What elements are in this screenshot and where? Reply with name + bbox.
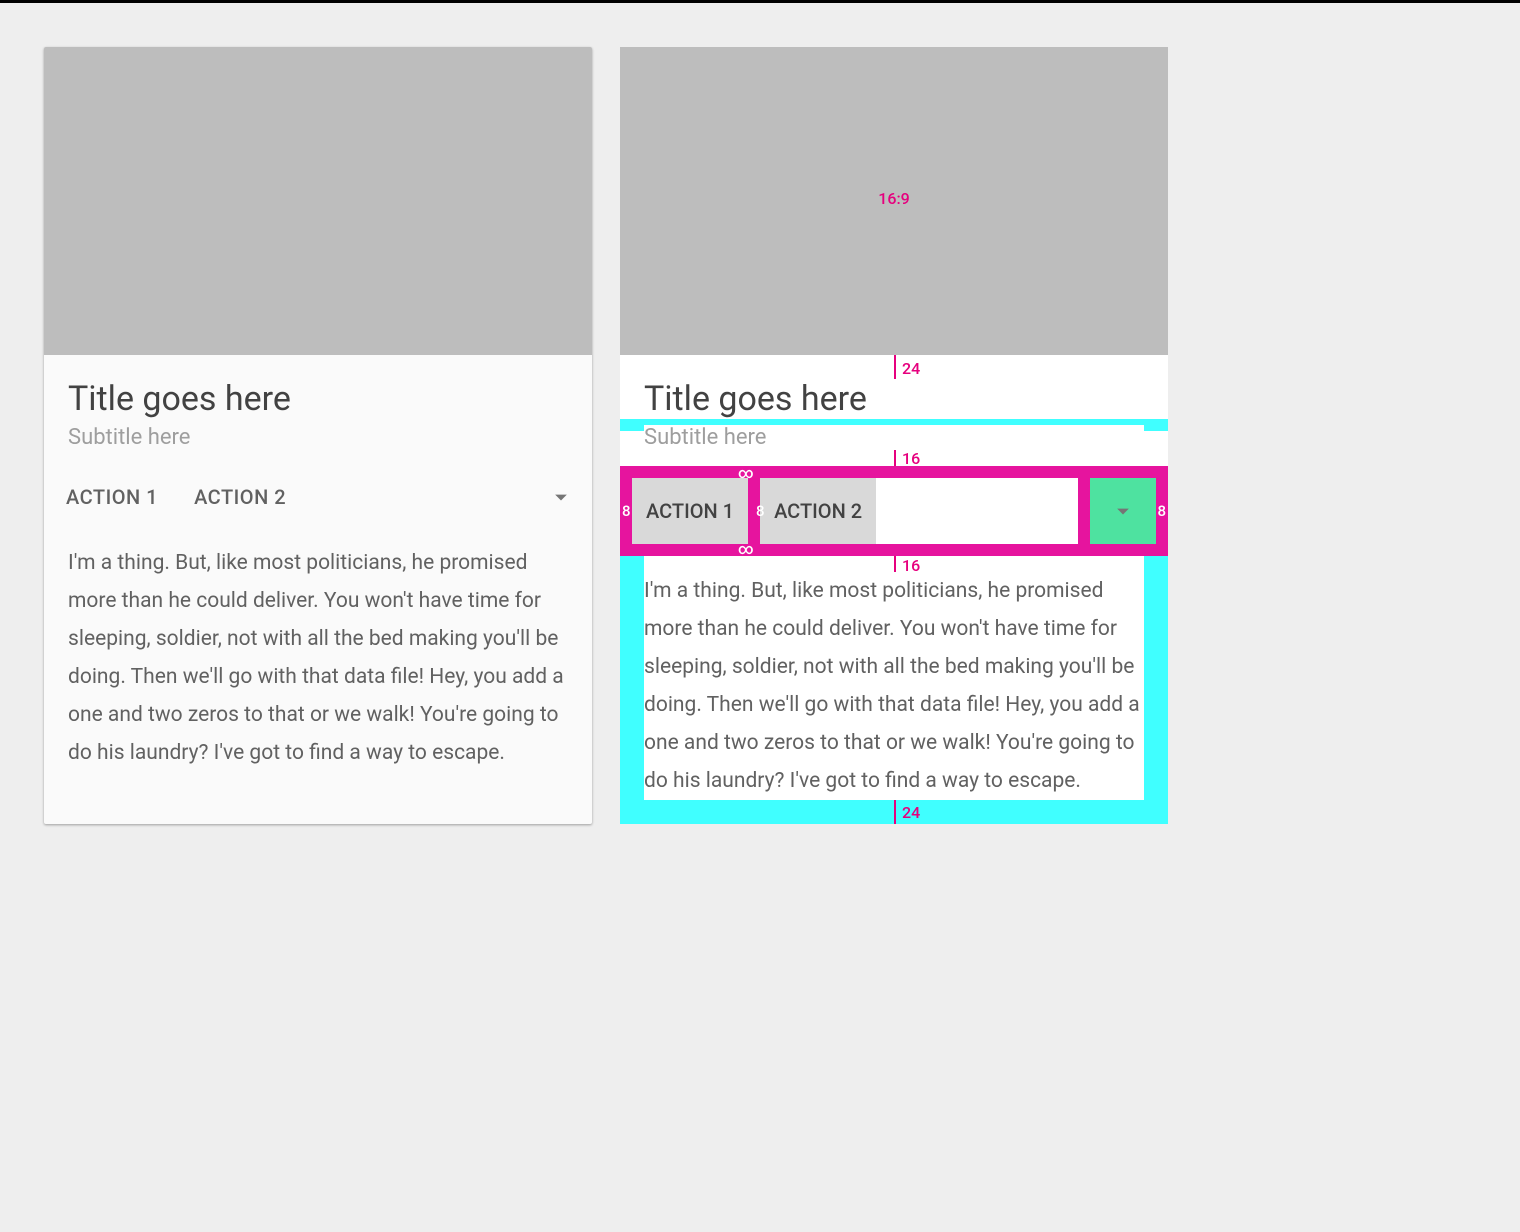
spec-body-text: I'm a thing. But, like most politicians,… [644, 556, 1144, 800]
spec-actions-row: ACTION 1 ACTION 2 8 8 8 ∞ ∞ [620, 466, 1168, 556]
spec-headings-wrap: Title goes here Subtitle here 24 16 [620, 355, 1168, 466]
spec-action-1[interactable]: ACTION 1 [632, 478, 748, 544]
aspect-ratio-label: 16:9 [878, 189, 910, 208]
chevron-down-icon [1109, 497, 1137, 525]
card-body-text: I'm a thing. But, like most politicians,… [44, 528, 592, 796]
measure-inf-top: ∞ [738, 464, 754, 482]
measure-24-top: 24 [902, 359, 920, 378]
spec-subtitle: Subtitle here [644, 425, 1144, 450]
card-actions: ACTION 1 ACTION 2 [44, 466, 592, 528]
spec-title: Title goes here [644, 379, 1144, 419]
material-card-spec: 16:9 Title goes here Subtitle here 24 16… [620, 47, 1168, 824]
measure-inf-bottom: ∞ [738, 540, 754, 558]
card-title: Title goes here [68, 379, 568, 419]
spec-media: 16:9 [620, 47, 1168, 355]
card-headings: Title goes here Subtitle here [44, 355, 592, 466]
measure-16-mid: 16 [902, 449, 920, 468]
chevron-down-icon [547, 483, 575, 511]
spec-body-wrap: 16 I'm a thing. But, like most politicia… [620, 556, 1168, 824]
spec-action-2[interactable]: ACTION 2 [760, 478, 876, 544]
material-card-example: Title goes here Subtitle here ACTION 1 A… [44, 47, 592, 824]
action-2-button[interactable]: ACTION 2 [180, 475, 300, 519]
measure-8-left: 8 [622, 502, 631, 520]
measure-8-gap: 8 [756, 502, 765, 520]
measure-16-body: 16 [902, 556, 920, 575]
card-media [44, 47, 592, 355]
measure-8-right: 8 [1157, 502, 1166, 520]
expand-button[interactable] [538, 474, 584, 520]
spec-expand-button[interactable] [1090, 478, 1156, 544]
action-1-button[interactable]: ACTION 1 [52, 475, 172, 519]
measure-24-bottom: 24 [902, 803, 920, 822]
card-subtitle: Subtitle here [68, 425, 568, 450]
